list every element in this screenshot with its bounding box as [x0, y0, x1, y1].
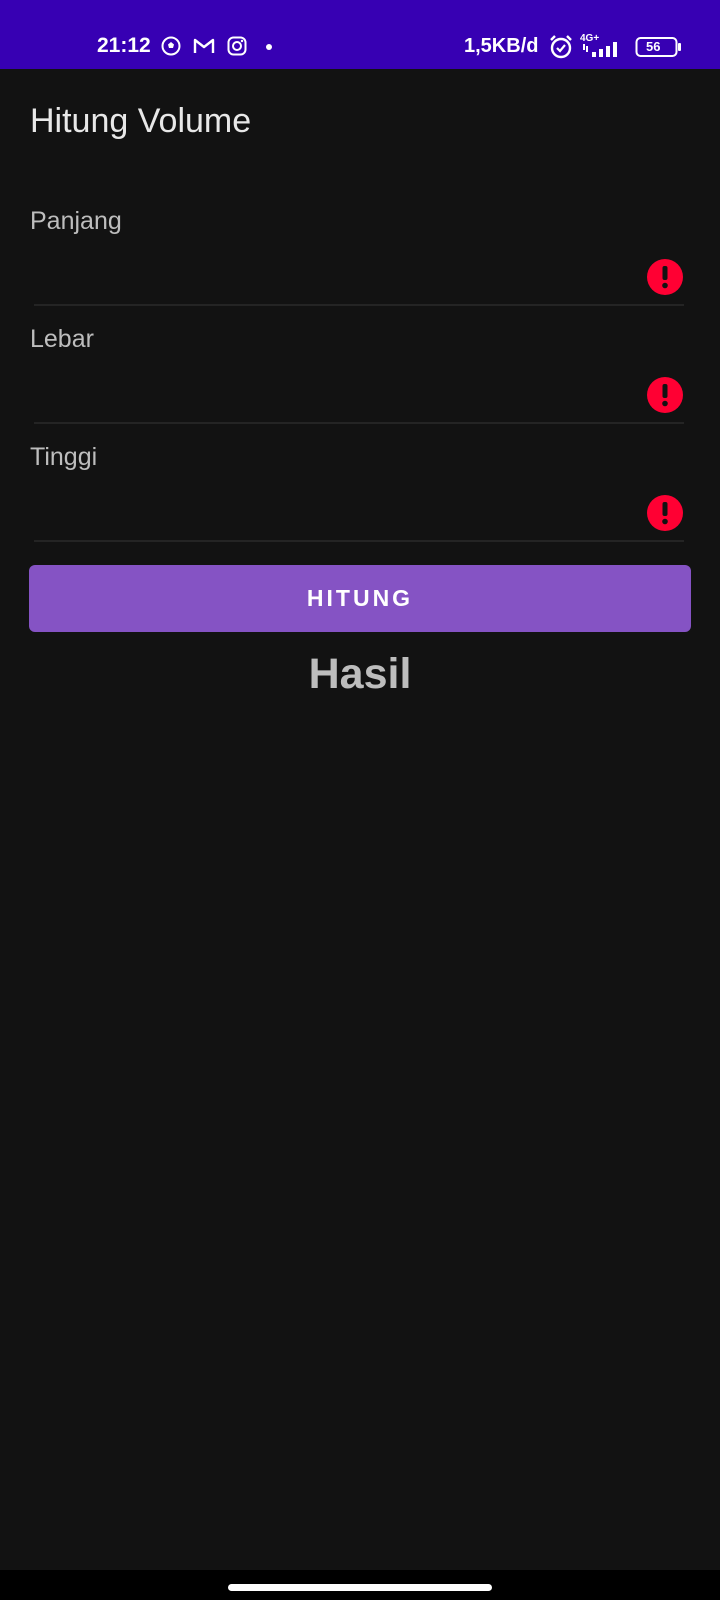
- error-icon: [647, 259, 683, 295]
- navigation-bar: [0, 1570, 720, 1600]
- signal-icon: [582, 38, 628, 63]
- gmail-icon: [193, 35, 215, 57]
- panjang-underline: [34, 304, 684, 306]
- result-text: Hasil: [308, 650, 412, 698]
- panjang-field: Panjang: [30, 207, 684, 307]
- network-speed: 1,5KB/d: [464, 35, 539, 57]
- tinggi-input[interactable]: [34, 493, 654, 529]
- lebar-input[interactable]: [34, 375, 654, 411]
- lebar-field: Lebar: [30, 325, 684, 425]
- tinggi-underline: [34, 540, 684, 542]
- tinggi-field: Tinggi: [30, 443, 684, 543]
- notification-dot-icon: [266, 44, 272, 50]
- error-icon: [647, 377, 683, 413]
- status-time: 21:12: [97, 34, 151, 57]
- tinggi-label: Tinggi: [30, 443, 98, 471]
- lebar-underline: [34, 422, 684, 424]
- page-title: Hitung Volume: [30, 102, 252, 140]
- lebar-label: Lebar: [30, 325, 94, 353]
- panjang-input[interactable]: [34, 257, 654, 293]
- home-gesture-handle[interactable]: [228, 1584, 492, 1591]
- battery-level: 56: [646, 39, 661, 54]
- panjang-label: Panjang: [30, 207, 122, 235]
- soccer-ball-icon: [160, 35, 182, 57]
- status-bar: 21:12 1,5KB/d 4G+ 56: [0, 0, 720, 69]
- instagram-icon: [226, 35, 248, 57]
- error-icon: [647, 495, 683, 531]
- alarm-icon: [548, 34, 574, 65]
- hitung-button[interactable]: HITUNG: [29, 565, 691, 632]
